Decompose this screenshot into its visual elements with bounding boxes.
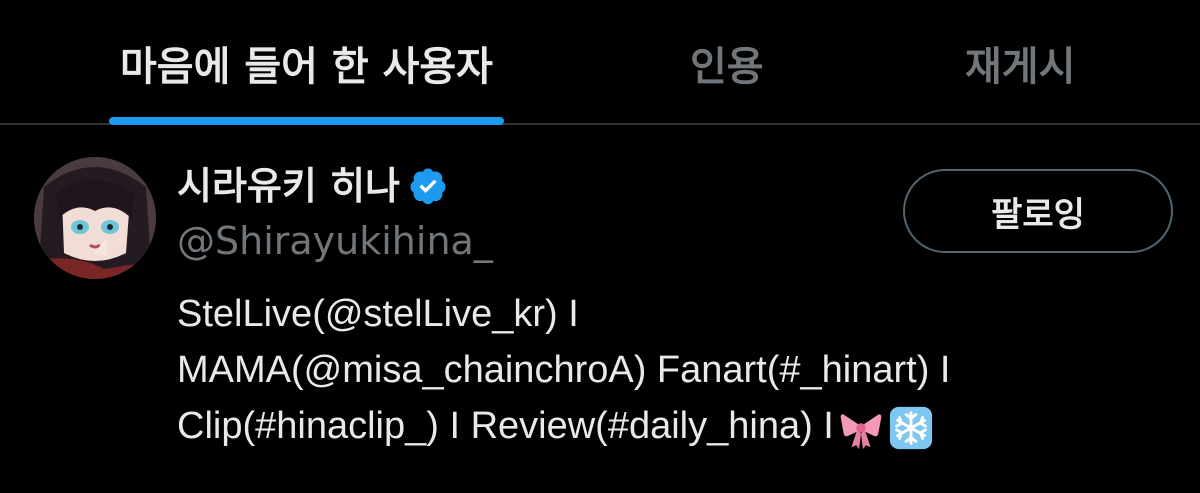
snowflake-emoji-icon bbox=[889, 406, 932, 450]
verified-badge-icon bbox=[410, 168, 446, 205]
user-name-row: 시라유키 히나 bbox=[177, 160, 448, 212]
bio-line: MAMA(@misa_chainchroA) Fanart(#_hinart) … bbox=[177, 349, 951, 391]
tab-bar: 마음에 들어 한 사용자 인용 재게시 bbox=[0, 0, 1200, 125]
tab-quotes[interactable]: 인용 bbox=[690, 40, 764, 100]
active-tab-indicator bbox=[109, 117, 504, 125]
following-button[interactable]: 팔로잉 bbox=[903, 169, 1173, 253]
tab-liked-by[interactable]: 마음에 들어 한 사용자 bbox=[120, 40, 493, 100]
avatar-image bbox=[34, 157, 156, 279]
user-bio: StelLive(@stelLive_kr) I MAMA(@misa_chai… bbox=[177, 286, 1177, 454]
bio-line: StelLive(@stelLive_kr) I bbox=[177, 293, 579, 335]
user-handle[interactable]: @Shirayukihina_ bbox=[177, 216, 493, 266]
ribbon-emoji-icon bbox=[840, 414, 882, 450]
bio-line-last: Clip(#hinaclip_) I Review(#daily_hina) I bbox=[177, 398, 1177, 454]
bio-line-text: Clip(#hinaclip_) I Review(#daily_hina) I bbox=[177, 405, 834, 447]
display-name[interactable]: 시라유키 히나 bbox=[177, 161, 400, 211]
avatar[interactable] bbox=[34, 157, 156, 279]
tab-reposts[interactable]: 재게시 bbox=[965, 40, 1075, 100]
